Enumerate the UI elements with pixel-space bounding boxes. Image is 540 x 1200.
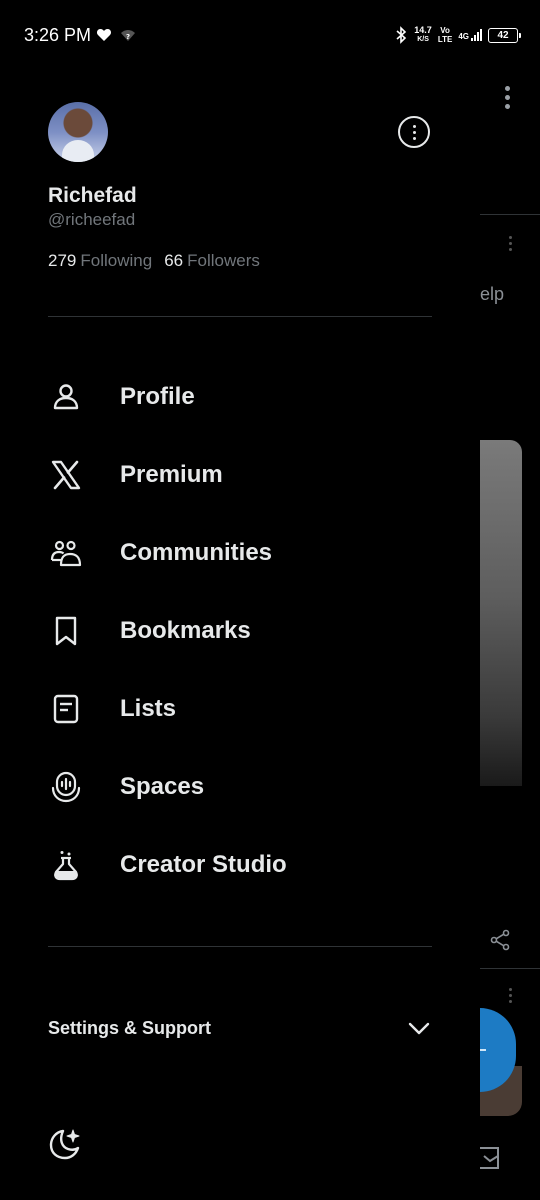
divider xyxy=(48,316,432,317)
svg-text:?: ? xyxy=(126,33,130,41)
dot-icon xyxy=(412,130,416,134)
dark-mode-moon-icon[interactable] xyxy=(48,1127,82,1161)
followers-link[interactable]: 66 Followers xyxy=(164,251,260,271)
menu-item-communities[interactable]: Communities xyxy=(48,523,432,583)
menu-item-label: Premium xyxy=(120,461,223,488)
background-more-icon xyxy=(500,86,514,116)
menu-item-label: Communities xyxy=(120,539,273,566)
background-post-media xyxy=(480,440,522,786)
menu-item-bookmarks[interactable]: Bookmarks xyxy=(48,601,432,661)
settings-and-support-toggle[interactable]: Settings & Support xyxy=(48,1010,432,1046)
account-options-button[interactable] xyxy=(398,116,430,148)
menu-item-creator-studio[interactable]: Creator Studio xyxy=(48,835,432,895)
status-indicators: 14.7 K/S Vo LTE 4G 42 xyxy=(394,22,521,48)
menu-item-label: Bookmarks xyxy=(120,617,251,644)
background-post-menu-icon xyxy=(506,236,514,254)
menu-item-label: Spaces xyxy=(120,773,205,800)
bookmark-icon xyxy=(48,613,84,649)
menu-item-lists[interactable]: Lists xyxy=(48,679,432,739)
status-bar: 3:26 PM ? 14.7 K/S Vo LTE 4G 42 xyxy=(0,0,540,70)
flask-icon xyxy=(48,847,84,883)
menu-item-label: Creator Studio xyxy=(120,851,287,878)
follow-stats: 279 Following 66 Followers xyxy=(48,251,260,271)
avatar[interactable] xyxy=(48,102,108,162)
status-time: 3:26 PM xyxy=(24,25,92,45)
x-logo-icon xyxy=(48,457,84,493)
background-post-menu-icon-2 xyxy=(506,988,514,1006)
communities-icon xyxy=(48,535,84,571)
signal-bars-icon xyxy=(471,29,482,41)
settings-and-support-label: Settings & Support xyxy=(48,1017,211,1038)
following-link[interactable]: 279 Following xyxy=(48,251,152,271)
background-post-text: elp xyxy=(480,284,505,304)
background-divider xyxy=(480,214,540,215)
menu-item-premium[interactable]: Premium xyxy=(48,445,432,505)
spaces-icon xyxy=(48,769,84,805)
dot-icon xyxy=(412,136,416,140)
menu-item-label: Lists xyxy=(120,695,177,722)
background-share-icon xyxy=(490,929,510,951)
chevron-down-icon xyxy=(408,1022,430,1035)
menu-item-profile[interactable]: Profile xyxy=(48,367,432,427)
dot-icon xyxy=(412,124,416,128)
menu-item-label: Profile xyxy=(120,383,195,410)
menu-item-spaces[interactable]: Spaces xyxy=(48,757,432,817)
divider xyxy=(48,946,432,947)
display-name[interactable]: Richefad xyxy=(48,184,137,208)
user-handle: @richeefad xyxy=(48,210,136,229)
navigation-drawer: Richefad @richeefad 279 Following 66 Follo… xyxy=(0,70,480,1200)
battery-icon: 42 xyxy=(488,27,521,43)
person-icon xyxy=(48,379,84,415)
wifi-question-icon: ? xyxy=(121,30,135,41)
list-icon xyxy=(48,691,84,727)
background-divider-2 xyxy=(480,968,540,969)
volte-indicator: Vo LTE xyxy=(437,26,453,44)
bluetooth-icon xyxy=(396,26,407,44)
network-speed: 14.7 K/S xyxy=(414,25,432,44)
signal-indicator: 4G xyxy=(458,29,482,41)
heart-icon xyxy=(96,29,112,41)
